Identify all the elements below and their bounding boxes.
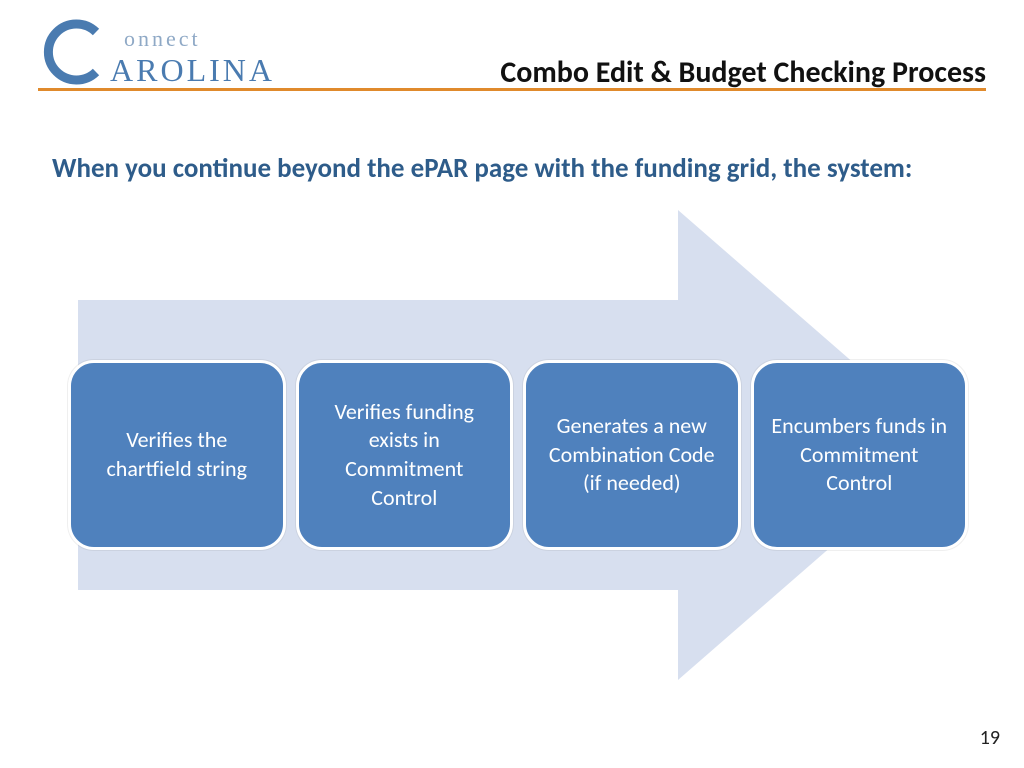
steps-row: Verifies the chartfield string Verifies …: [68, 360, 968, 550]
header-rule: [38, 88, 986, 91]
connect-carolina-logo: onnect AROLINA: [38, 18, 108, 93]
page-number: 19: [980, 726, 1000, 750]
logo-text-onnect: onnect: [124, 26, 201, 52]
step-box: Verifies funding exists in Commitment Co…: [296, 360, 514, 550]
step-box: Verifies the chartfield string: [68, 360, 286, 550]
step-label: Generates a new Combination Code(if need…: [538, 412, 726, 498]
slide: onnect AROLINA Combo Edit & Budget Check…: [0, 0, 1024, 768]
step-label: Verifies the chartfield string: [83, 426, 271, 483]
header: onnect AROLINA Combo Edit & Budget Check…: [38, 18, 986, 93]
logo-text-arolina: AROLINA: [110, 52, 275, 89]
logo-c-icon: [38, 18, 108, 88]
slide-title: Combo Edit & Budget Checking Process: [500, 54, 986, 91]
step-label: Encumbers funds in Commitment Control: [766, 412, 954, 498]
step-box: Generates a new Combination Code(if need…: [523, 360, 741, 550]
step-box: Encumbers funds in Commitment Control: [751, 360, 969, 550]
intro-text: When you continue beyond the ePAR page w…: [52, 148, 964, 190]
step-label: Verifies funding exists in Commitment Co…: [311, 398, 499, 512]
